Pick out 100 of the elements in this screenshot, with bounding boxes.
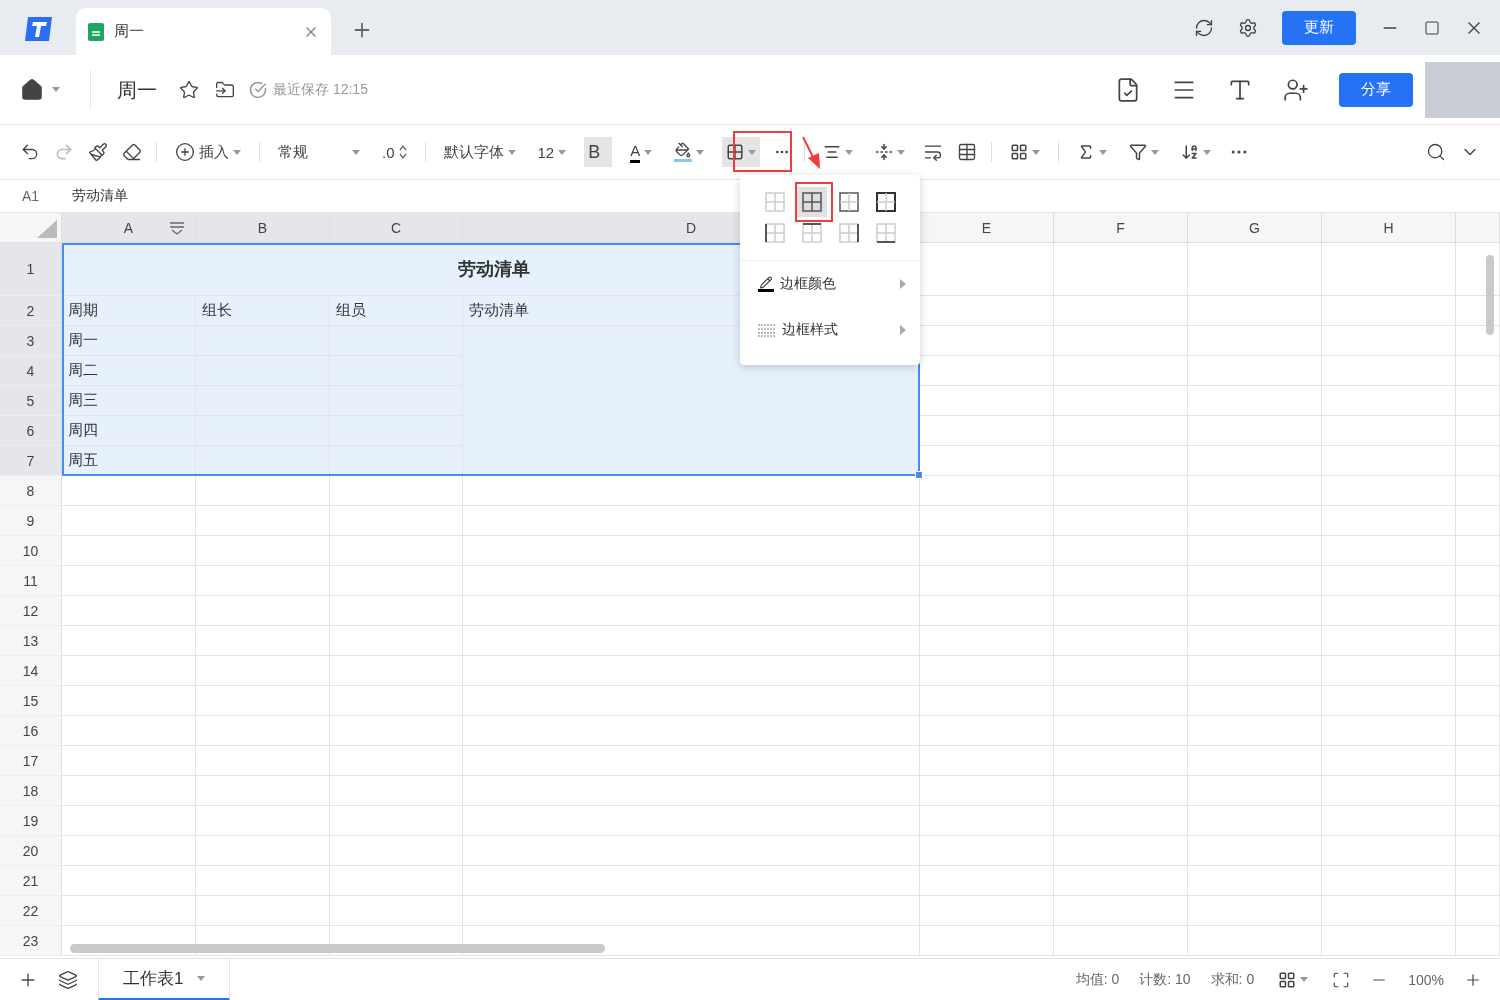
spreadsheet-icon [88, 22, 104, 41]
row-header[interactable]: 13 [0, 626, 62, 656]
star-icon[interactable] [179, 79, 199, 100]
table-cell: 周二 [62, 356, 196, 386]
format-painter-icon[interactable] [88, 142, 108, 162]
text-color-button[interactable]: A [626, 137, 657, 167]
move-to-folder-icon[interactable] [215, 79, 235, 100]
grid-icon [1278, 970, 1297, 989]
fill-handle[interactable] [915, 471, 923, 479]
horizontal-scrollbar[interactable] [70, 944, 605, 953]
row-header[interactable]: 18 [0, 776, 62, 806]
row-header[interactable]: 10 [0, 536, 62, 566]
bold-button[interactable]: B [584, 137, 613, 167]
column-header[interactable]: E [920, 213, 1054, 243]
row-header[interactable]: 3 [0, 326, 62, 356]
sort-icon [1181, 143, 1200, 161]
maximize-icon[interactable] [1424, 19, 1440, 36]
row-header[interactable]: 21 [0, 866, 62, 896]
sheet-tab[interactable]: 工作表1 [98, 958, 231, 1000]
table-cell [1456, 326, 1500, 356]
table-cell [1456, 536, 1500, 566]
font-size-dropdown[interactable]: 12 [533, 137, 571, 167]
column-header[interactable]: F [1054, 213, 1188, 243]
highlight-box [795, 182, 833, 222]
row-header[interactable]: 22 [0, 896, 62, 926]
sheets-icon[interactable] [58, 969, 78, 990]
row-header[interactable]: 7 [0, 446, 62, 476]
grid-icon [1010, 143, 1029, 161]
cell-reference: A1 [21, 188, 41, 204]
filter-icon [1129, 143, 1148, 161]
caret-icon [507, 149, 516, 155]
merge-cells-icon[interactable] [957, 142, 978, 162]
table-cell [1456, 776, 1500, 806]
filter-lines-icon[interactable] [169, 220, 185, 235]
eraser-icon[interactable] [122, 142, 142, 162]
table-cell [1456, 446, 1500, 476]
table-cell [1456, 386, 1500, 416]
row-header[interactable]: 9 [0, 506, 62, 536]
caret-icon [1099, 149, 1108, 155]
row-header[interactable]: 12 [0, 596, 62, 626]
row-header[interactable]: 11 [0, 566, 62, 596]
submenu-arrow-icon [900, 325, 906, 335]
caret-icon [1203, 149, 1212, 155]
row-header[interactable]: 14 [0, 656, 62, 686]
formula-content[interactable]: 劳动清单 [62, 187, 128, 205]
share-button[interactable]: 分享 [1339, 72, 1413, 107]
caret-icon [696, 149, 705, 155]
row-header[interactable]: 20 [0, 836, 62, 866]
line-style-icon [758, 323, 776, 337]
pen-icon [758, 276, 774, 292]
border-button[interactable] [722, 137, 761, 167]
add-collaborator-icon[interactable] [1283, 76, 1309, 103]
table-cell [1456, 476, 1500, 506]
paint-bucket-icon [675, 142, 692, 158]
column-header[interactable]: G [1188, 213, 1322, 243]
row-header[interactable]: 15 [0, 686, 62, 716]
table-cell [1456, 746, 1500, 776]
row-header[interactable]: 4 [0, 356, 62, 386]
sync-icon[interactable] [1194, 17, 1214, 38]
column-header[interactable]: H [1322, 213, 1456, 243]
row-header[interactable]: 8 [0, 476, 62, 506]
save-status: 最近保存 12:15 [273, 80, 368, 99]
row-header[interactable]: 19 [0, 806, 62, 836]
decimal-button[interactable]: .0 [378, 137, 411, 167]
search-icon[interactable] [1426, 142, 1446, 162]
table-cell [1456, 806, 1500, 836]
font-dropdown[interactable]: 默认字体 [439, 137, 520, 167]
table-cell [1456, 836, 1500, 866]
column-header[interactable]: B [196, 213, 330, 243]
table-cell [1456, 566, 1500, 596]
border-grid-icon [726, 143, 745, 161]
file-check-icon[interactable] [1115, 76, 1141, 103]
column-header[interactable]: A [62, 213, 196, 243]
row-header[interactable]: 16 [0, 716, 62, 746]
vertical-scrollbar[interactable] [1486, 255, 1494, 335]
plus-circle-icon [175, 142, 195, 162]
undo-icon[interactable] [20, 142, 40, 162]
row-header[interactable]: 1 [0, 243, 62, 296]
row-header[interactable]: 17 [0, 746, 62, 776]
table-cell: 周三 [62, 386, 196, 416]
settings-icon[interactable] [1238, 17, 1258, 38]
caret-icon [1151, 149, 1160, 155]
insert-button[interactable]: 插入 [171, 137, 245, 167]
document-tab[interactable]: 周一 [76, 8, 331, 55]
saved-check-icon [249, 80, 267, 99]
update-button[interactable]: 更新 [1282, 10, 1356, 45]
zoom-level: 100% [1408, 971, 1444, 988]
fullscreen-icon[interactable] [1332, 970, 1351, 989]
table-cell: 周一 [62, 326, 196, 356]
row-header[interactable]: 23 [0, 926, 62, 956]
row-header[interactable]: 6 [0, 416, 62, 446]
home-icon[interactable] [20, 77, 44, 102]
caret-icon [352, 149, 360, 155]
table-cell [1456, 656, 1500, 686]
table-cell: 周五 [62, 446, 196, 476]
column-header[interactable]: C [330, 213, 463, 243]
row-header[interactable]: 2 [0, 296, 62, 326]
row-header[interactable]: 5 [0, 386, 62, 416]
number-format-dropdown[interactable]: 常规 [274, 137, 364, 167]
caret-icon [748, 149, 757, 155]
